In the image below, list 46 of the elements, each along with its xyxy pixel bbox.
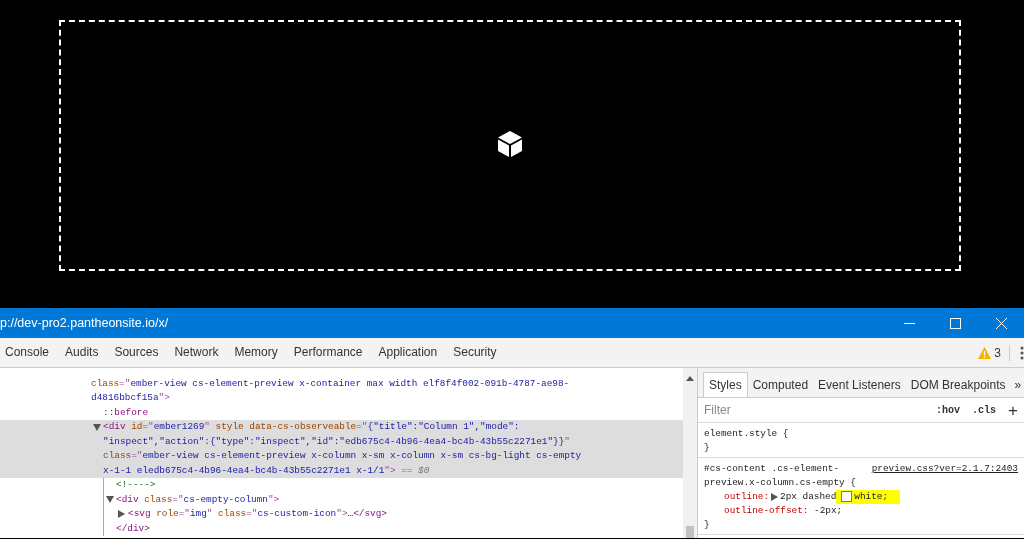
color-swatch[interactable] [841, 491, 853, 502]
sidebar-tab[interactable]: Computed [747, 373, 814, 397]
close-icon [995, 317, 1007, 329]
more-menu-icon[interactable] [1020, 345, 1024, 360]
code-line[interactable]: </div> [104, 521, 683, 536]
window-title: p://dev-pro2.pantheonsite.io/x/ [0, 316, 170, 330]
minimize-icon [903, 322, 915, 324]
code-line[interactable]: d4816bbcf15a"> [79, 390, 683, 405]
devtools-tab[interactable]: Performance [285, 338, 371, 367]
devtools-tab[interactable]: Network [166, 338, 227, 367]
sidebar-tab[interactable]: Event Listeners [813, 373, 906, 397]
css-value[interactable]: -2px; [808, 504, 843, 518]
warning-icon [978, 346, 992, 359]
hov-toggle[interactable]: :hov [936, 404, 961, 416]
sidebar-tab[interactable]: DOM Breakpoints [905, 373, 1011, 397]
cube-icon [495, 129, 524, 158]
css-property[interactable]: outline-offset: [724, 504, 809, 518]
css-value[interactable]: 2px dashed [780, 490, 837, 504]
css-selector: element.style { [704, 428, 789, 439]
closing-brace: } [704, 518, 711, 532]
scroll-thumb[interactable] [686, 526, 694, 538]
scroll-up-icon[interactable] [686, 376, 694, 381]
devtools-tab[interactable]: Audits [57, 338, 107, 367]
cls-toggle[interactable]: .cls [972, 404, 997, 416]
code-line[interactable]: <!----> [104, 477, 683, 492]
closing-brace: } [704, 441, 711, 455]
new-rule-button[interactable]: + [1008, 401, 1018, 419]
devtools-tab[interactable]: Memory [226, 338, 286, 367]
warning-count[interactable]: 3 [994, 345, 1001, 360]
toggle-arrow-icon[interactable] [118, 509, 125, 518]
devtools-tab[interactable]: Application [370, 338, 446, 367]
devtools-tab[interactable]: Security [445, 338, 505, 367]
sidebar-tab[interactable]: Styles [703, 372, 748, 397]
devtools-tab[interactable]: Sources [106, 338, 167, 367]
maximize-icon [949, 317, 961, 329]
code-line[interactable]: <svg role="img" class="cs-custom-icon">…</svg> [116, 506, 683, 521]
devtools-tab[interactable]: Console [0, 338, 58, 367]
code-line[interactable]: ::before [91, 405, 683, 420]
toggle-arrow-icon[interactable] [106, 496, 114, 503]
more-tabs-button[interactable]: » [1010, 373, 1024, 397]
source-link[interactable]: preview.css?ver=2.1.7:2403 [871, 462, 1018, 476]
code-line[interactable]: class="ember-view cs-element-preview x-container max width elf8f4f002-091b-4787-ae98- [79, 376, 683, 391]
scrollbar[interactable] [683, 368, 697, 538]
code-line[interactable]: <div class="cs-empty-column"> [104, 492, 683, 507]
expand-arrow-icon[interactable] [771, 493, 778, 501]
css-property[interactable]: outline: [724, 490, 769, 504]
